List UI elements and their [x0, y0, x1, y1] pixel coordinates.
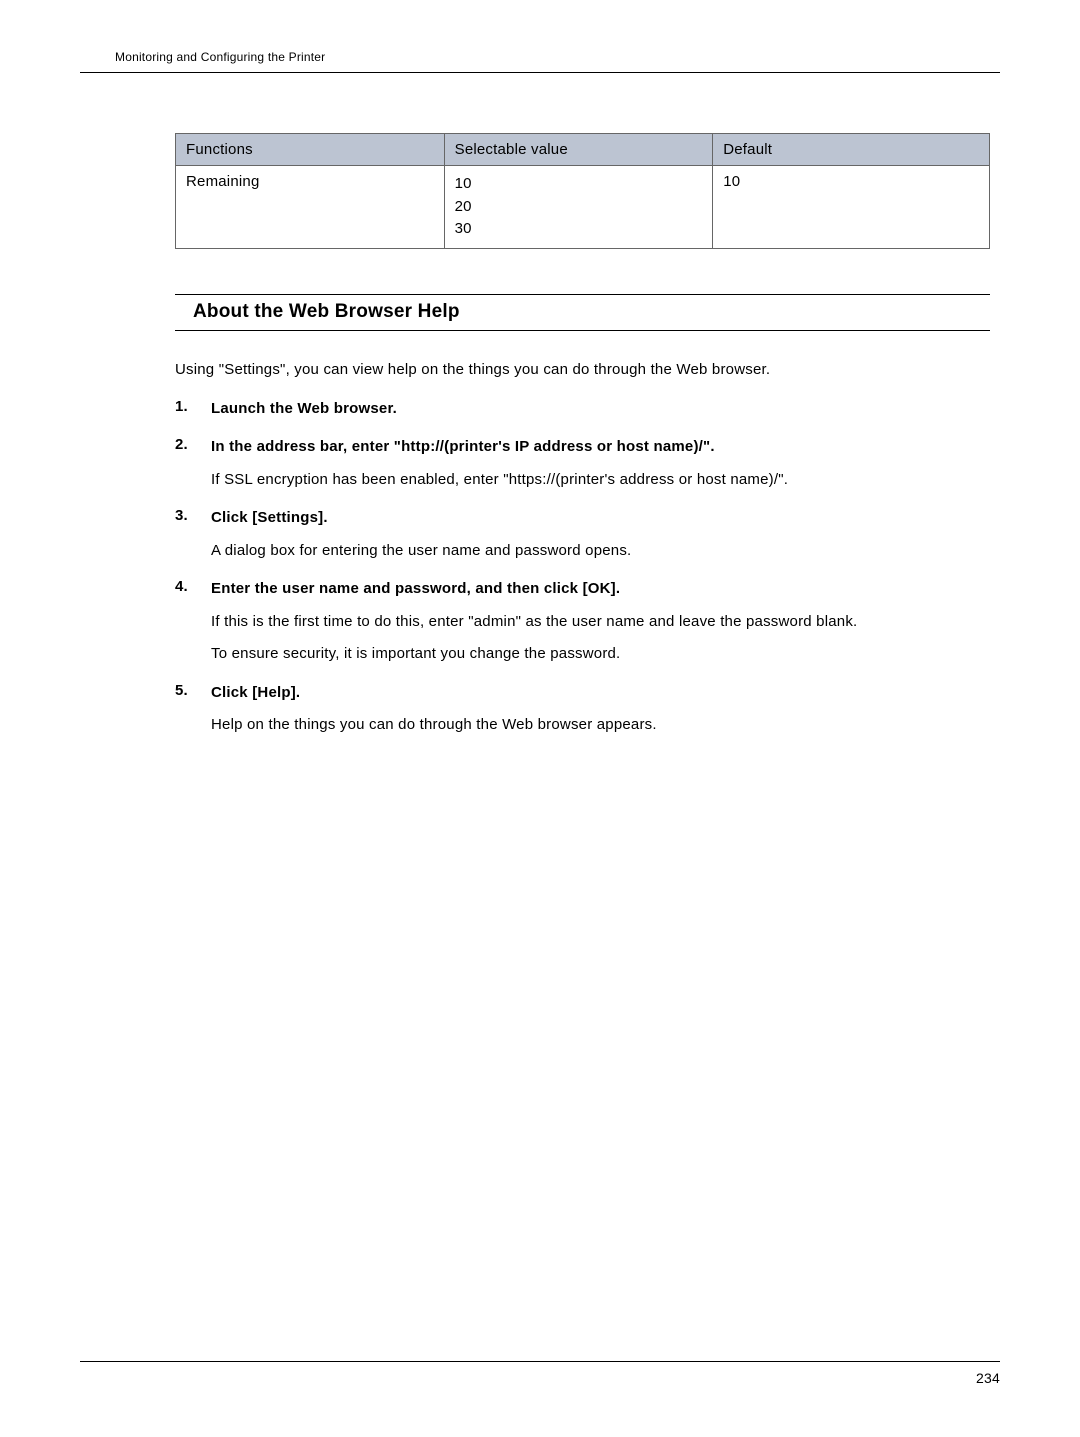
step-title: Enter the user name and password, and th…: [211, 578, 990, 601]
page-number: 234: [976, 1370, 1000, 1386]
section-heading: About the Web Browser Help: [175, 294, 990, 331]
settings-table: Functions Selectable value Default Remai…: [175, 133, 990, 249]
cell-selectable-values: 10 20 30: [444, 166, 713, 249]
cell-function: Remaining: [176, 166, 445, 249]
document-page: Monitoring and Configuring the Printer F…: [0, 0, 1080, 1437]
th-default: Default: [713, 134, 990, 166]
cell-default: 10: [713, 166, 990, 249]
step-title: Launch the Web browser.: [211, 398, 990, 421]
page-content: Functions Selectable value Default Remai…: [80, 133, 1000, 737]
step-item: In the address bar, enter "http://(print…: [175, 436, 990, 491]
table-row: Remaining 10 20 30 10: [176, 166, 990, 249]
th-functions: Functions: [176, 134, 445, 166]
step-item: Launch the Web browser.: [175, 398, 990, 421]
step-title: Click [Help].: [211, 682, 990, 705]
table-header-row: Functions Selectable value Default: [176, 134, 990, 166]
chapter-title: Monitoring and Configuring the Printer: [80, 50, 1000, 64]
step-body: To ensure security, it is important you …: [211, 643, 990, 666]
step-item: Enter the user name and password, and th…: [175, 578, 990, 666]
step-title: Click [Settings].: [211, 507, 990, 530]
step-body: A dialog box for entering the user name …: [211, 540, 990, 563]
value-option: 30: [455, 218, 703, 241]
step-item: Click [Settings]. A dialog box for enter…: [175, 507, 990, 562]
step-title: In the address bar, enter "http://(print…: [211, 436, 990, 459]
steps-list: Launch the Web browser. In the address b…: [175, 398, 990, 737]
step-body: If SSL encryption has been enabled, ente…: [211, 469, 990, 492]
section-intro: Using "Settings", you can view help on t…: [175, 361, 990, 378]
page-footer: 234: [80, 1361, 1000, 1387]
page-header: Monitoring and Configuring the Printer: [80, 50, 1000, 73]
value-option: 10: [455, 173, 703, 196]
th-selectable-value: Selectable value: [444, 134, 713, 166]
step-body: Help on the things you can do through th…: [211, 714, 990, 737]
step-item: Click [Help]. Help on the things you can…: [175, 682, 990, 737]
step-body: If this is the first time to do this, en…: [211, 611, 990, 634]
value-option: 20: [455, 196, 703, 219]
